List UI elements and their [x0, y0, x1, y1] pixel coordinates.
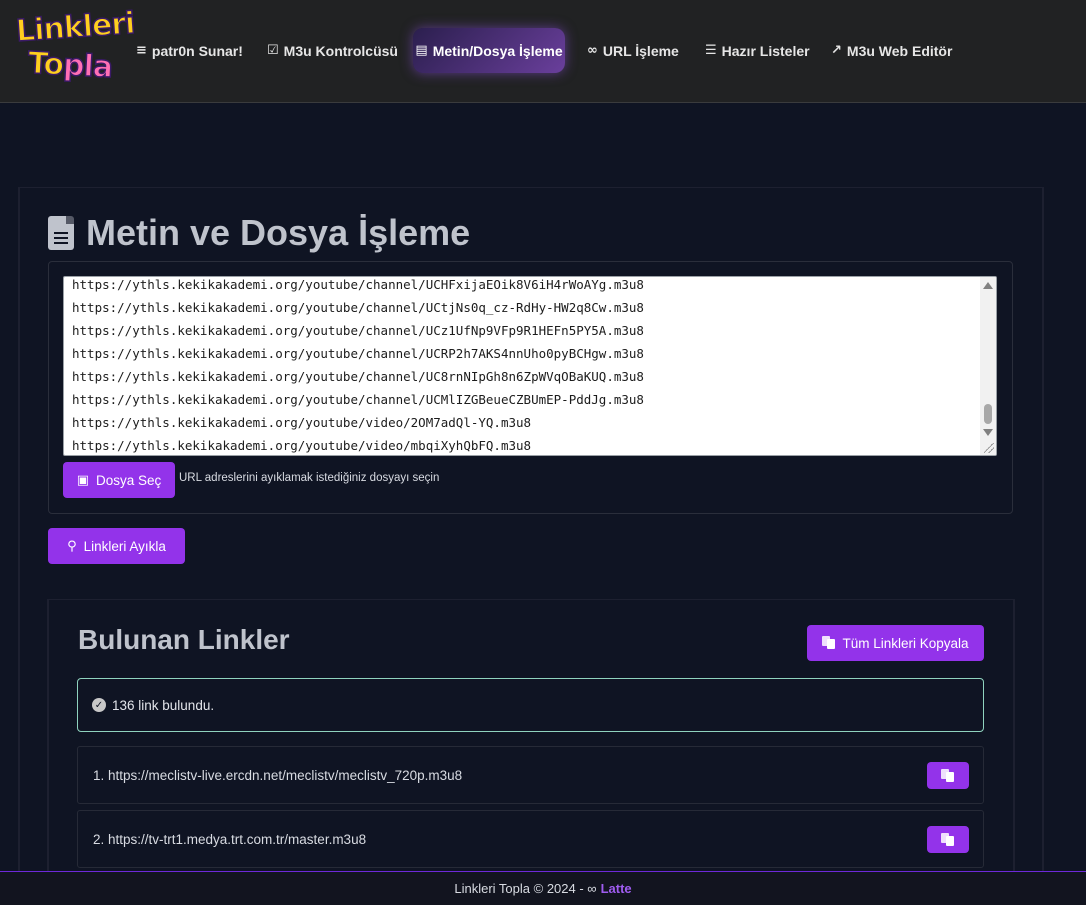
file-document-icon: [48, 216, 74, 250]
logo-text-line1: Linkleri: [14, 5, 136, 50]
search-icon: ⚲: [67, 538, 77, 554]
copy-link-button[interactable]: [927, 826, 969, 853]
nav-item-url-isleme[interactable]: ∞ URL İşleme: [581, 28, 685, 73]
nav-item-m3u-kontrolcusu[interactable]: ☑ M3u Kontrolcüsü: [261, 28, 404, 73]
textarea-line: https://ythls.kekikakademi.org/youtube/c…: [72, 346, 644, 361]
status-alert: ✓ 136 link bulundu.: [77, 678, 984, 732]
extract-links-button[interactable]: ⚲ Linkleri Ayıkla: [48, 528, 185, 564]
textarea-scrollbar[interactable]: [980, 277, 996, 455]
list-item: 2. https://tv-trt1.medya.trt.com.tr/mast…: [77, 810, 984, 868]
nav-item-m3u-web-editor[interactable]: ↗ M3u Web Editör: [825, 28, 958, 73]
textarea-line: https://ythls.kekikakademi.org/youtube/c…: [72, 392, 644, 407]
list-icon: ☰: [705, 43, 717, 58]
status-text: 136 link bulundu.: [112, 697, 215, 713]
list-check-icon: ☑: [267, 43, 279, 58]
link-text: 2. https://tv-trt1.medya.trt.com.tr/mast…: [93, 831, 367, 847]
extract-links-label: Linkleri Ayıkla: [83, 538, 166, 554]
logo-text-line2: Topla: [26, 45, 113, 86]
resize-grip-icon[interactable]: [984, 443, 994, 453]
textarea-line: https://ythls.kekikakademi.org/youtube/c…: [72, 369, 644, 384]
nav-item-label: M3u Web Editör: [846, 42, 953, 59]
nav-item-patron-sunar[interactable]: ≡ patr0n Sunar!: [130, 28, 249, 73]
nav-item-hazir-listeler[interactable]: ☰ Hazır Listeler: [699, 28, 816, 73]
scroll-down-arrow-icon[interactable]: [983, 429, 993, 436]
footer-text: Linkleri Topla © 2024 - ∞: [454, 881, 597, 896]
copy-icon: [941, 768, 955, 783]
copy-icon: [941, 832, 955, 847]
footer: Linkleri Topla © 2024 - ∞ Latte: [0, 871, 1086, 905]
textarea-line: https://ythls.kekikakademi.org/youtube/v…: [72, 438, 532, 453]
check-circle-icon: ✓: [92, 698, 106, 712]
copy-icon: [822, 636, 836, 650]
copy-all-links-label: Tüm Linkleri Kopyala: [842, 635, 969, 651]
navbar: Linkleri Topla ≡ patr0n Sunar! ☑ M3u Kon…: [0, 0, 1086, 103]
site-logo[interactable]: Linkleri Topla: [14, 5, 136, 92]
nav-item-label: URL İşleme: [602, 42, 679, 59]
list-item: 1. https://meclistv-live.ercdn.net/mecli…: [77, 746, 984, 804]
textarea-line: https://ythls.kekikakademi.org/youtube/c…: [72, 277, 644, 292]
url-textarea[interactable]: https://ythls.kekikakademi.org/youtube/c…: [63, 276, 997, 456]
nav-item-label: patr0n Sunar!: [151, 42, 243, 59]
textarea-line: https://ythls.kekikakademi.org/youtube/c…: [72, 323, 644, 338]
nav-item-metin-dosya-isleme[interactable]: ▤ Metin/Dosya İşleme: [413, 28, 565, 73]
choose-file-button[interactable]: ▣ Dosya Seç: [63, 462, 175, 498]
link-text: 1. https://meclistv-live.ercdn.net/mecli…: [93, 767, 463, 783]
results-title: Bulunan Linkler: [78, 624, 290, 655]
list-numbered-icon: ≡: [136, 43, 147, 58]
copy-all-links-button[interactable]: Tüm Linkleri Kopyala: [807, 625, 984, 661]
file-hint-text: URL adreslerini ayıklamak istediğiniz do…: [179, 472, 440, 484]
nav-item-label: M3u Kontrolcüsü: [283, 42, 398, 59]
external-link-icon: ↗: [831, 43, 842, 58]
choose-file-label: Dosya Seç: [96, 472, 162, 488]
page-title-text: Metin ve Dosya İşleme: [86, 212, 471, 253]
scroll-up-arrow-icon[interactable]: [983, 282, 993, 289]
nav-item-label: Metin/Dosya İşleme: [432, 42, 563, 59]
page-title: Metin ve Dosya İşleme: [48, 212, 470, 254]
textarea-line: https://ythls.kekikakademi.org/youtube/c…: [72, 300, 644, 315]
footer-brand-link[interactable]: Latte: [601, 881, 632, 896]
textarea-line: https://ythls.kekikakademi.org/youtube/v…: [72, 415, 532, 430]
link-icon: ∞: [587, 43, 598, 58]
scroll-thumb[interactable]: [984, 404, 992, 424]
copy-link-button[interactable]: [927, 762, 969, 789]
nav-item-label: Hazır Listeler: [721, 42, 810, 59]
file-upload-icon: ▣: [76, 472, 89, 488]
file-text-icon: ▤: [415, 43, 428, 58]
